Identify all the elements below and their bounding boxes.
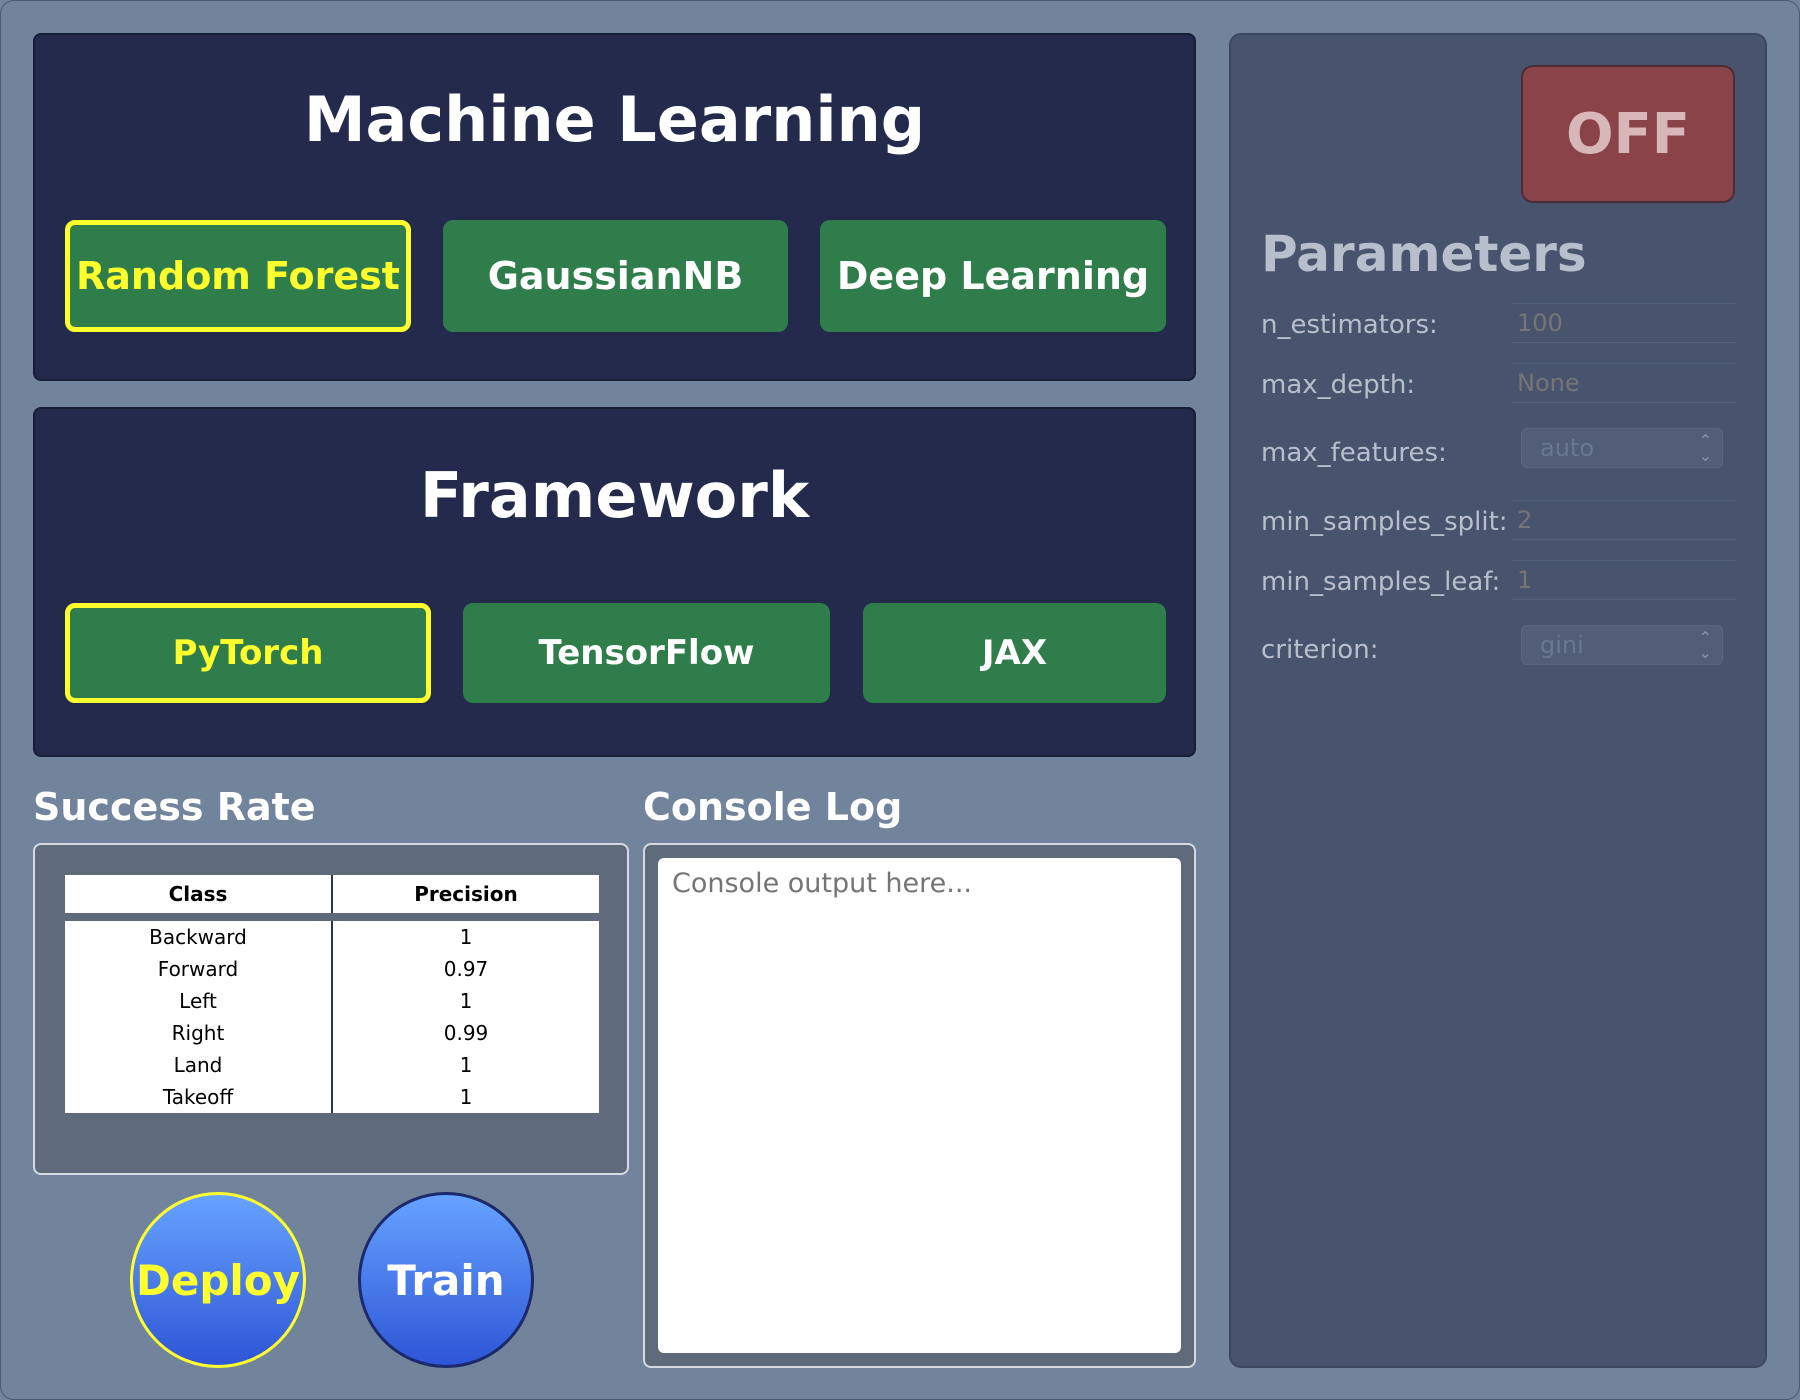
jax-button[interactable]: JAX: [863, 603, 1166, 703]
ml-panel-title: Machine Learning: [303, 83, 926, 156]
table-row: Left 1: [65, 985, 599, 1017]
table-row: Right 0.99: [65, 1017, 599, 1049]
console-log-container: [643, 843, 1196, 1368]
chevron-updown-icon: ⌃ ⌄: [1698, 628, 1712, 662]
chevron-updown-icon: ⌃ ⌄: [1698, 431, 1712, 465]
power-toggle-button[interactable]: OFF: [1521, 65, 1735, 203]
precision-cell: 1: [459, 1085, 473, 1109]
precision-cell: 0.97: [443, 957, 489, 981]
deep-learning-button[interactable]: Deep Learning: [820, 220, 1166, 332]
train-button[interactable]: Train: [358, 1192, 534, 1368]
column-header-precision: Precision: [332, 875, 599, 921]
tensorflow-button[interactable]: TensorFlow: [463, 603, 830, 703]
max-features-label: max_features:: [1261, 438, 1447, 468]
n-estimators-label: n_estimators:: [1261, 310, 1438, 340]
min-samples-leaf-input[interactable]: [1511, 560, 1736, 600]
precision-cell: 1: [459, 925, 473, 949]
success-rate-table-container: Class Precision Backward 1 Forward 0.97 …: [33, 843, 629, 1175]
n-estimators-input[interactable]: [1511, 303, 1736, 343]
max-features-value: auto: [1540, 434, 1595, 462]
console-output[interactable]: [658, 858, 1181, 1353]
class-cell: Left: [65, 985, 333, 1017]
console-log-title: Console Log: [643, 785, 903, 829]
parameters-title: Parameters: [1261, 225, 1587, 283]
max-depth-input[interactable]: [1511, 363, 1736, 403]
precision-cell: 1: [459, 989, 473, 1013]
class-cell: Forward: [65, 953, 333, 985]
precision-cell: 1: [459, 1053, 473, 1077]
class-cell: Right: [65, 1017, 333, 1049]
gaussiannb-button[interactable]: GaussianNB: [443, 220, 788, 332]
success-rate-table: Class Precision Backward 1 Forward 0.97 …: [65, 875, 599, 1113]
criterion-label: criterion:: [1261, 635, 1379, 665]
random-forest-button[interactable]: Random Forest: [65, 220, 411, 332]
framework-panel: Framework PyTorch TensorFlow JAX: [33, 407, 1196, 757]
max-features-select[interactable]: auto ⌃ ⌄: [1521, 428, 1723, 468]
criterion-value: gini: [1540, 631, 1584, 659]
column-header-class: Class: [65, 875, 333, 921]
min-samples-split-label: min_samples_split:: [1261, 507, 1508, 537]
max-depth-label: max_depth:: [1261, 370, 1416, 400]
table-header-row: Class Precision: [65, 875, 599, 921]
framework-panel-title: Framework: [419, 459, 810, 532]
table-row: Land 1: [65, 1049, 599, 1081]
table-row: Forward 0.97: [65, 953, 599, 985]
class-cell: Land: [65, 1049, 333, 1081]
ml-model-panel: Machine Learning Random Forest GaussianN…: [33, 33, 1196, 381]
parameters-panel: OFF Parameters n_estimators: max_depth: …: [1229, 33, 1767, 1368]
success-rate-title: Success Rate: [33, 785, 316, 829]
deploy-button[interactable]: Deploy: [130, 1192, 306, 1368]
criterion-select[interactable]: gini ⌃ ⌄: [1521, 625, 1723, 665]
table-row: Takeoff 1: [65, 1081, 599, 1113]
table-row: Backward 1: [65, 917, 599, 953]
min-samples-leaf-label: min_samples_leaf:: [1261, 567, 1501, 597]
min-samples-split-input[interactable]: [1511, 500, 1736, 540]
class-cell: Takeoff: [65, 1081, 333, 1113]
pytorch-button[interactable]: PyTorch: [65, 603, 431, 703]
precision-cell: 0.99: [443, 1021, 489, 1045]
class-cell: Backward: [65, 917, 333, 953]
